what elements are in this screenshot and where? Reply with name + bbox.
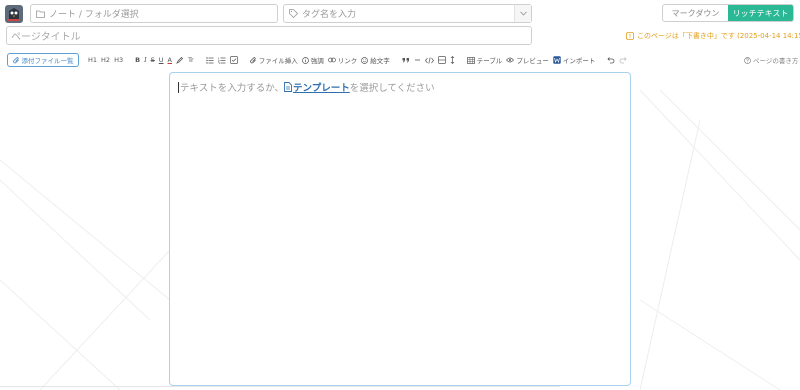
- emoji-label: 絵文字: [370, 57, 390, 65]
- file-insert-label: ファイル挿入: [258, 57, 298, 65]
- code-button[interactable]: [424, 53, 434, 67]
- undo-icon: [607, 57, 615, 64]
- highlighter-icon: [176, 56, 184, 64]
- horizontal-rule-button[interactable]: [414, 53, 421, 67]
- import-button[interactable]: インポート: [553, 53, 596, 67]
- quote-icon: [402, 58, 409, 63]
- note-button[interactable]: 強調: [301, 53, 324, 67]
- page-title-input[interactable]: ページタイトル: [6, 26, 532, 45]
- tag-icon: [289, 9, 298, 18]
- richtext-mode-button[interactable]: リッチテキスト: [728, 5, 793, 21]
- bold-button[interactable]: B: [135, 53, 140, 67]
- tag-input-placeholder: タグ名を入力: [302, 10, 357, 20]
- highlight-button[interactable]: [176, 53, 184, 67]
- file-insert-button[interactable]: ファイル挿入: [249, 53, 298, 67]
- vertical-arrows-icon: [450, 56, 454, 64]
- table-icon: [466, 56, 475, 64]
- text-color-button[interactable]: A: [168, 53, 172, 67]
- import-label: インポート: [562, 57, 596, 65]
- embed-button[interactable]: [437, 53, 446, 67]
- preview-button[interactable]: プレビュー: [506, 53, 549, 67]
- numbered-list-button[interactable]: [217, 53, 226, 67]
- page-howto-link[interactable]: ページの書き方: [744, 55, 798, 65]
- minus-icon: [414, 59, 420, 61]
- app-logo[interactable]: [4, 4, 24, 24]
- folder-select[interactable]: ノート / フォルダ選択: [30, 4, 278, 23]
- table-label: テーブル: [476, 57, 503, 65]
- link-icon: [327, 57, 336, 63]
- bullet-list-icon: [205, 56, 214, 64]
- heading3-button[interactable]: H3: [114, 53, 123, 67]
- heading2-button[interactable]: H2: [101, 53, 110, 67]
- clear-format-button[interactable]: Tr: [188, 53, 194, 67]
- paperclip-icon: [12, 56, 19, 63]
- editor-mode-toggle: マークダウン リッチテキスト: [662, 4, 794, 22]
- editor-placeholder-before: テキストを入力するか、: [180, 83, 285, 94]
- checklist-button[interactable]: [229, 53, 238, 67]
- page-title-placeholder: ページタイトル: [11, 32, 81, 43]
- text-caret: [178, 81, 179, 93]
- warning-icon: [626, 32, 634, 40]
- eye-icon: [506, 57, 515, 63]
- link-button[interactable]: リンク: [327, 53, 358, 67]
- embed-box-icon: [437, 56, 446, 64]
- smiley-icon: [361, 56, 369, 64]
- draft-status-text: このページは「下書き中」です (2025-04-14 14:15:34): [637, 32, 800, 40]
- redo-button[interactable]: [619, 53, 627, 67]
- markdown-mode-button[interactable]: マークダウン: [663, 5, 728, 21]
- horizontal-scrollbar[interactable]: [0, 386, 560, 387]
- underline-button[interactable]: U: [159, 53, 164, 67]
- document-icon: [284, 82, 292, 92]
- editor-placeholder: テキストを入力するか、 テンプレート を選択してください: [178, 80, 435, 94]
- line-height-button[interactable]: [450, 53, 455, 67]
- note-label: 強調: [310, 57, 324, 65]
- template-link-label: テンプレート: [293, 83, 350, 94]
- tag-dropdown-toggle[interactable]: [514, 5, 531, 22]
- folder-select-placeholder: ノート / フォルダ選択: [49, 10, 139, 20]
- word-icon: [553, 56, 561, 64]
- template-link[interactable]: テンプレート: [284, 80, 350, 94]
- attachments-list-label: 添付ファイル一覧: [21, 57, 74, 65]
- redo-icon: [619, 57, 627, 64]
- paperclip-icon: [249, 56, 256, 63]
- checkbox-icon: [229, 56, 238, 64]
- table-button[interactable]: テーブル: [466, 53, 503, 67]
- numbered-list-icon: [217, 57, 226, 64]
- attachments-list-button[interactable]: 添付ファイル一覧: [7, 53, 79, 67]
- folder-icon: [36, 10, 45, 18]
- draft-status-notice: このページは「下書き中」です (2025-04-14 14:15:34): [626, 31, 800, 41]
- question-circle-icon: [744, 56, 751, 64]
- page-howto-label: ページの書き方: [753, 57, 799, 65]
- rich-text-editor[interactable]: テキストを入力するか、 テンプレート を選択してください: [169, 72, 631, 386]
- heading1-button[interactable]: H1: [88, 53, 97, 67]
- tag-input[interactable]: タグ名を入力: [283, 4, 532, 23]
- preview-label: プレビュー: [516, 57, 549, 65]
- link-label: リンク: [337, 57, 358, 65]
- quote-button[interactable]: [402, 53, 410, 67]
- info-circle-icon: [301, 56, 309, 64]
- bullet-list-button[interactable]: [205, 53, 214, 67]
- undo-button[interactable]: [607, 53, 615, 67]
- strikethrough-button[interactable]: S: [151, 53, 155, 67]
- editor-toolbar: H1 H2 H3 B I S U A Tr ファイル挿入 強調 リンク 絵文字 …: [88, 53, 627, 67]
- emoji-button[interactable]: 絵文字: [361, 53, 390, 67]
- code-icon: [424, 56, 434, 64]
- chevron-down-icon: [519, 11, 527, 16]
- editor-placeholder-after: を選択してください: [349, 83, 435, 94]
- italic-button[interactable]: I: [144, 53, 147, 67]
